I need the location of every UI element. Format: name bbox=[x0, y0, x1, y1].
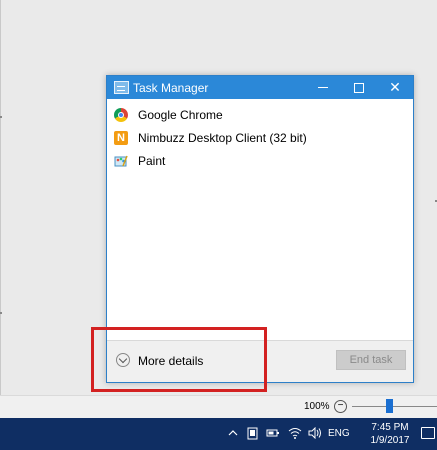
chrome-icon bbox=[114, 107, 128, 122]
maximize-icon bbox=[354, 82, 364, 93]
chevron-up-icon[interactable] bbox=[228, 426, 238, 440]
battery-icon[interactable] bbox=[266, 426, 280, 440]
tablet-icon[interactable] bbox=[247, 426, 258, 440]
maximize-button[interactable] bbox=[341, 76, 377, 99]
clock-date: 1/9/2017 bbox=[370, 435, 410, 446]
process-list: Google Chrome N Nimbuzz Desktop Client (… bbox=[107, 103, 413, 172]
end-task-button[interactable]: End task bbox=[336, 350, 406, 370]
input-language[interactable]: ENG bbox=[328, 428, 350, 439]
zoom-out-button[interactable]: − bbox=[334, 400, 347, 413]
background-window-edge bbox=[0, 0, 1, 395]
taskbar: ENG 7:45 PM 1/9/2017 bbox=[0, 418, 437, 450]
close-icon: ✕ bbox=[389, 79, 401, 95]
clock-time: 7:45 PM bbox=[371, 422, 409, 433]
process-row-paint[interactable]: Paint bbox=[107, 149, 413, 172]
zoom-slider-thumb[interactable] bbox=[386, 399, 393, 413]
window-title: Task Manager bbox=[133, 81, 209, 95]
process-label: Google Chrome bbox=[138, 107, 223, 122]
paint-status-bar: 100% − bbox=[0, 395, 437, 418]
title-bar[interactable]: Task Manager ✕ bbox=[107, 76, 413, 99]
zoom-level: 100% bbox=[304, 401, 330, 412]
system-clock[interactable]: 7:45 PM 1/9/2017 bbox=[366, 421, 414, 447]
minimize-button[interactable] bbox=[305, 76, 341, 99]
background-marker bbox=[0, 116, 2, 118]
process-label: Paint bbox=[138, 153, 166, 168]
wifi-icon[interactable] bbox=[288, 426, 302, 440]
notification-center-icon[interactable] bbox=[421, 427, 435, 439]
process-label: Nimbuzz Desktop Client (32 bit) bbox=[138, 130, 307, 145]
annotation-highlight-box bbox=[91, 327, 267, 392]
close-button[interactable]: ✕ bbox=[377, 76, 413, 99]
nimbuzz-icon: N bbox=[114, 130, 128, 145]
zoom-slider[interactable] bbox=[352, 406, 437, 407]
process-row-nimbuzz[interactable]: N Nimbuzz Desktop Client (32 bit) bbox=[107, 126, 413, 149]
background-marker bbox=[0, 312, 2, 314]
minimize-icon bbox=[318, 87, 328, 88]
task-manager-icon bbox=[114, 81, 129, 94]
process-row-google-chrome[interactable]: Google Chrome bbox=[107, 103, 413, 126]
volume-icon[interactable] bbox=[308, 426, 322, 440]
paint-icon bbox=[114, 153, 128, 168]
